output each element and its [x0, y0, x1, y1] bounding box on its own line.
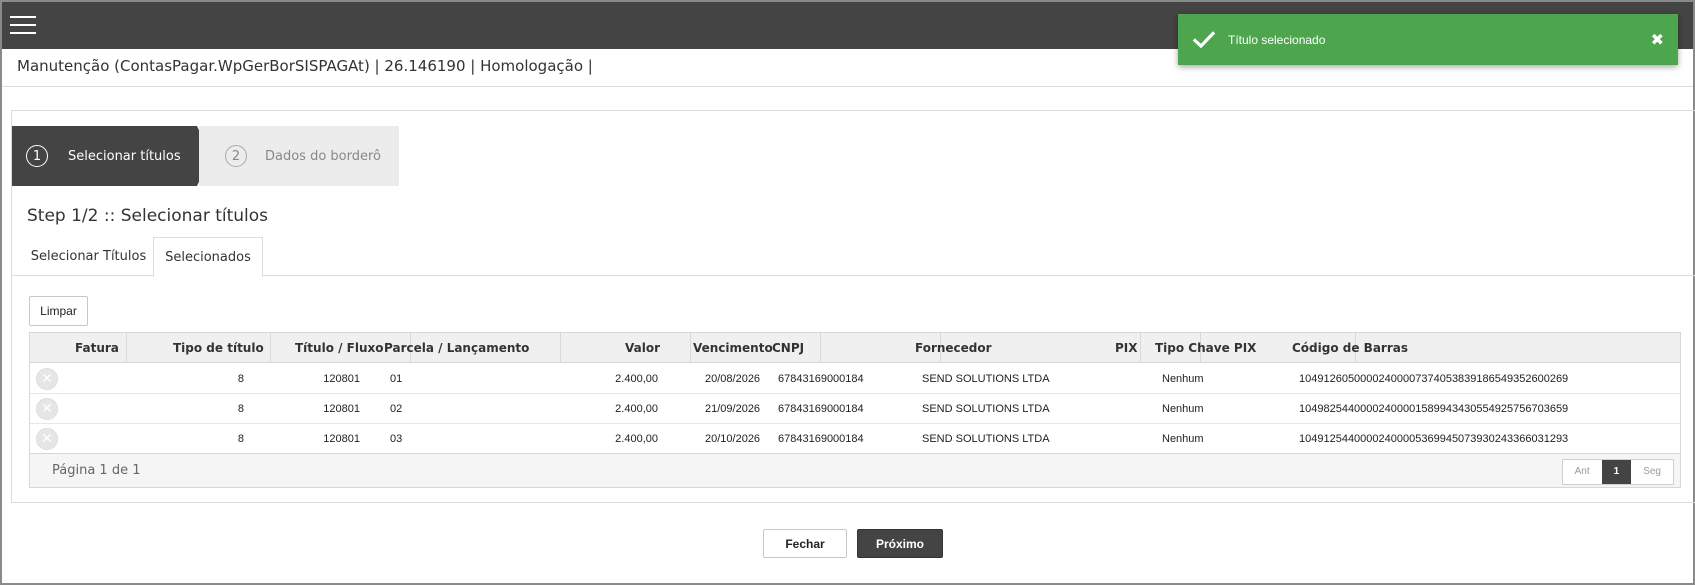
cell-vencimento: 21/09/2026: [705, 403, 761, 415]
col-pix[interactable]: PIX: [1115, 333, 1138, 363]
step-1-label: Selecionar títulos: [68, 148, 181, 164]
wizard-step-1[interactable]: 1 Selecionar títulos: [12, 126, 197, 186]
cell-tipo-chave: Nenhum: [1162, 433, 1204, 445]
cell-tipo-chave: Nenhum: [1162, 403, 1204, 415]
clear-button[interactable]: Limpar: [29, 296, 88, 326]
col-cnpj[interactable]: CNPJ: [772, 333, 804, 363]
col-fatura[interactable]: Fatura: [75, 333, 119, 363]
tab-selecionar-titulos[interactable]: Selecionar Títulos: [16, 237, 161, 276]
col-valor[interactable]: Valor: [625, 333, 660, 363]
col-titulo-fluxo[interactable]: Título / Fluxo: [295, 333, 384, 363]
selected-titles-table: Fatura Tipo de título Título / Fluxo Par…: [29, 332, 1681, 488]
next-button[interactable]: Próximo: [857, 529, 943, 558]
cell-codigo-barras: 1049125440000240000536994507393024336603…: [1299, 433, 1569, 445]
table-row[interactable]: ✕ 8 120801 02 2.400,00 21/09/2026 678431…: [30, 394, 1680, 424]
tabs-divider: [11, 275, 1695, 276]
wizard-step-2[interactable]: 2 Dados do borderô: [199, 126, 399, 186]
cell-fornecedor: SEND SOLUTIONS LTDA: [922, 433, 1050, 445]
col-codigo-barras[interactable]: Código de Barras: [1292, 333, 1408, 363]
cell-parcela: 01: [390, 373, 403, 385]
cell-valor: 2.400,00: [615, 403, 658, 415]
cell-cnpj: 67843169000184: [778, 403, 864, 415]
step-2-label: Dados do borderô: [265, 148, 382, 164]
col-tipo-titulo[interactable]: Tipo de título: [173, 333, 264, 363]
cell-tipo: 8: [237, 373, 244, 385]
cell-valor: 2.400,00: [615, 433, 658, 445]
step-title: Step 1/2 :: Selecionar títulos: [27, 206, 269, 226]
cell-tipo: 8: [237, 403, 244, 415]
pagination: Ant 1 Seg: [1561, 459, 1674, 485]
cell-parcela: 03: [390, 433, 403, 445]
header-divider: [2, 86, 1693, 87]
close-button[interactable]: Fechar: [763, 529, 847, 558]
cell-fornecedor: SEND SOLUTIONS LTDA: [922, 403, 1050, 415]
col-tipo-chave-pix[interactable]: Tipo Chave PIX: [1155, 333, 1256, 363]
header-separator: [1140, 333, 1141, 363]
tab-selecionados[interactable]: Selecionados: [153, 237, 263, 277]
cell-vencimento: 20/08/2026: [705, 373, 761, 385]
step-2-number: 2: [225, 145, 247, 167]
header-separator: [690, 333, 691, 363]
success-toast: Título selecionado ✖: [1178, 14, 1678, 65]
cell-cnpj: 67843169000184: [778, 433, 864, 445]
col-vencimento[interactable]: Vencimento: [693, 333, 773, 363]
page-title: Manutenção (ContasPagar.WpGerBorSISPAGAt…: [17, 57, 593, 75]
remove-row-icon[interactable]: ✕: [36, 428, 58, 450]
cell-fornecedor: SEND SOLUTIONS LTDA: [922, 373, 1050, 385]
cell-codigo-barras: 1049825440000240000158994343055492575670…: [1299, 403, 1569, 415]
table-row[interactable]: ✕ 8 120801 01 2.400,00 20/08/2026 678431…: [30, 364, 1680, 394]
header-separator: [270, 333, 271, 363]
page-info: Página 1 de 1: [52, 463, 141, 478]
cell-tipo: 8: [237, 433, 244, 445]
remove-row-icon[interactable]: ✕: [36, 398, 58, 420]
cell-cnpj: 67843169000184: [778, 373, 864, 385]
pagination-current[interactable]: 1: [1601, 460, 1632, 484]
remove-row-icon[interactable]: ✕: [36, 368, 58, 390]
cell-titulo: 120801: [323, 403, 360, 415]
header-separator: [560, 333, 561, 363]
cell-titulo: 120801: [323, 373, 360, 385]
table-row[interactable]: ✕ 8 120801 03 2.400,00 20/10/2026 678431…: [30, 424, 1680, 454]
pagination-prev[interactable]: Ant: [1563, 460, 1602, 484]
toast-close-icon[interactable]: ✖: [1651, 30, 1664, 49]
pagination-next[interactable]: Seg: [1631, 460, 1673, 484]
hamburger-menu-icon[interactable]: [10, 16, 36, 36]
check-icon: [1192, 30, 1216, 48]
col-fornecedor[interactable]: Fornecedor: [915, 333, 992, 363]
header-separator: [820, 333, 821, 363]
toast-message: Título selecionado: [1228, 32, 1326, 47]
cell-titulo: 120801: [323, 433, 360, 445]
cell-vencimento: 20/10/2026: [705, 433, 761, 445]
cell-parcela: 02: [390, 403, 403, 415]
header-separator: [126, 333, 127, 363]
cell-tipo-chave: Nenhum: [1162, 373, 1204, 385]
table-header: Fatura Tipo de título Título / Fluxo Par…: [30, 333, 1680, 363]
col-parcela[interactable]: Parcela / Lançamento: [384, 333, 529, 363]
cell-codigo-barras: 1049126050000240000737405383918654935260…: [1299, 373, 1569, 385]
step-1-number: 1: [26, 145, 48, 167]
cell-valor: 2.400,00: [615, 373, 658, 385]
table-footer: Página 1 de 1 Ant 1 Seg: [30, 453, 1680, 487]
